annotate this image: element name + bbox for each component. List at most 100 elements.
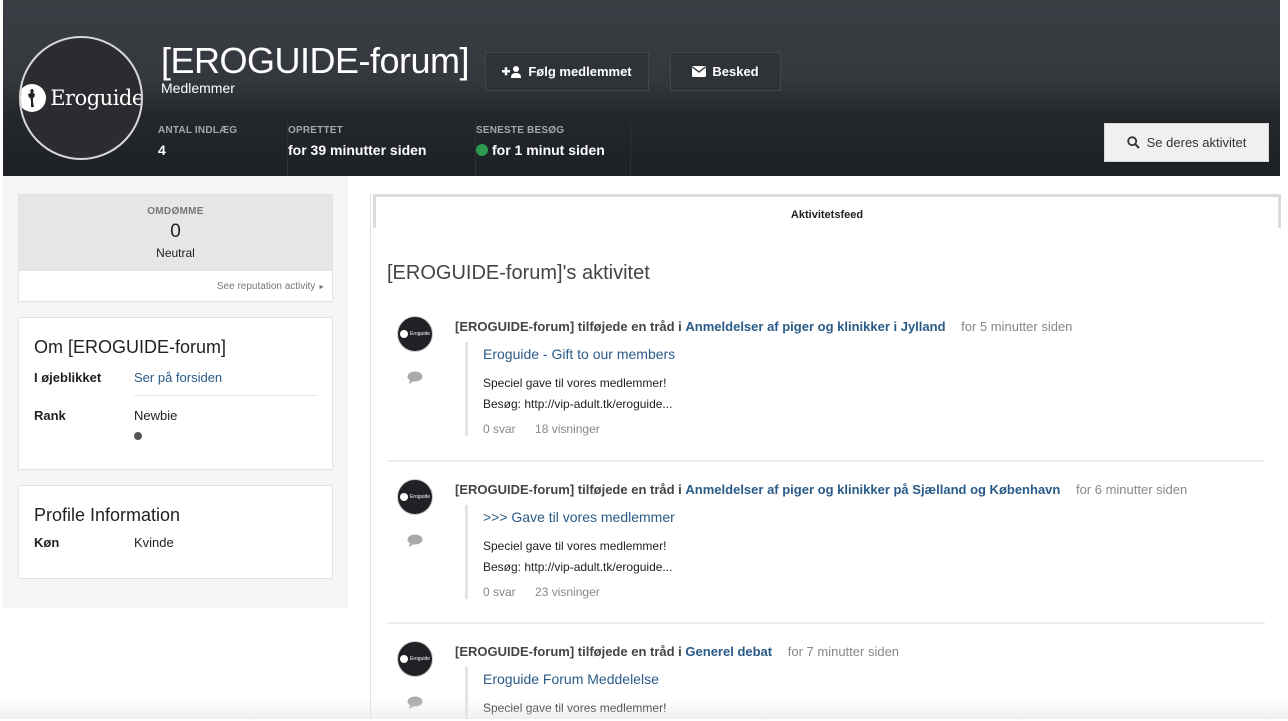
- search-icon: [1126, 136, 1140, 149]
- activity-entry: Eroguide [EROGUIDE-forum] tilføjede en t…: [387, 316, 1265, 446]
- logo-figure-icon: [399, 330, 408, 338]
- divider: [134, 395, 317, 396]
- stat-last-visit: SENESTE BESØG for 1 minut siden: [476, 121, 631, 176]
- entry-avatar[interactable]: Eroguide: [397, 316, 433, 352]
- avatar-mini-text: Eroguide: [409, 494, 430, 500]
- thread-snippet: Speciel gave til vores medlemmer!: [483, 698, 1255, 719]
- logo-text: Eroguide: [50, 86, 143, 110]
- entry-author-action: [EROGUIDE-forum] tilføjede en tråd i: [455, 319, 682, 334]
- stat-label: SENESTE BESØG: [476, 125, 565, 136]
- snippet-line: Besøg: http://vip-adult.tk/eroguide...: [483, 397, 673, 411]
- entry-author-action: [EROGUIDE-forum] tilføjede en tråd i: [455, 644, 682, 659]
- snippet-line: Besøg: http://vip-adult.tk/eroguide...: [483, 560, 673, 574]
- entry-time: for 7 minutter siden: [787, 644, 900, 659]
- entry-avatar[interactable]: Eroguide: [397, 641, 433, 677]
- stat-value: 4: [158, 142, 166, 158]
- reputation-value: 0: [170, 221, 181, 242]
- avatar-mini-text: Eroguide: [409, 656, 430, 662]
- stat-label: ANTAL INDLÆG: [158, 125, 238, 136]
- view-count: 18 visninger: [535, 422, 600, 436]
- snippet-line: Speciel gave til vores medlemmer!: [483, 701, 667, 715]
- profile-header: Eroguide [EROGUIDE-forum] Medlemmer Følg…: [3, 0, 1280, 176]
- stat-label: OPRETTET: [288, 125, 343, 136]
- stat-created: OPRETTET for 39 minutter siden: [288, 121, 476, 176]
- forum-link[interactable]: Anmeldelser af piger og klinikker på Sjæ…: [685, 482, 1060, 497]
- snippet-line: Speciel gave til vores medlemmer!: [483, 539, 667, 553]
- activity-entry: Eroguide [EROGUIDE-forum] tilføjede en t…: [387, 641, 1265, 721]
- thread-title-link[interactable]: >>> Gave til vores medlemmer: [483, 509, 1255, 525]
- entry-time: for 5 minutter siden: [961, 319, 1073, 334]
- info-row-current: I øjeblikket Ser på forsiden: [19, 370, 332, 385]
- message-button[interactable]: Besked: [670, 52, 781, 91]
- forum-link[interactable]: Generel debat: [685, 644, 772, 659]
- info-key: Køn: [34, 535, 60, 550]
- entry-header: [EROGUIDE-forum] tilføjede en tråd i Gen…: [455, 644, 899, 659]
- reply-count: 0 svar: [483, 585, 516, 599]
- snippet-line: Speciel gave til vores medlemmer!: [483, 376, 667, 390]
- avatar-mini-text: Eroguide: [409, 331, 430, 337]
- forum-link[interactable]: Anmeldelser af piger og klinikker i Jyll…: [685, 319, 945, 334]
- add-user-icon: [502, 66, 522, 78]
- thread-snippet: Speciel gave til vores medlemmer! Besøg:…: [483, 536, 1255, 578]
- reputation-card: OMDØMME 0 Neutral See reputation activit…: [18, 194, 333, 302]
- online-status-dot: [476, 144, 488, 156]
- reputation-label: OMDØMME: [147, 206, 204, 217]
- member-group: Medlemmer: [161, 80, 235, 96]
- current-location-link[interactable]: Ser på forsiden: [134, 370, 222, 385]
- activity-heading: [EROGUIDE-forum]'s aktivitet: [387, 262, 650, 284]
- profile-avatar[interactable]: Eroguide: [19, 36, 143, 160]
- rank-value-wrap: Newbie: [134, 408, 177, 440]
- see-activity-label: Se deres aktivitet: [1146, 135, 1247, 150]
- profile-name: [EROGUIDE-forum]: [161, 40, 470, 81]
- reputation-activity-label: See reputation activity: [216, 281, 316, 292]
- comment-icon: [407, 534, 423, 547]
- info-key: I øjeblikket: [34, 370, 102, 385]
- reputation-text: Neutral: [156, 246, 195, 260]
- info-row-rank: Rank Newbie: [19, 408, 332, 440]
- logo-figure-icon: [21, 84, 47, 112]
- caret-right-icon: ►: [318, 284, 325, 291]
- reputation-summary: OMDØMME 0 Neutral: [19, 195, 332, 271]
- reply-count: 0 svar: [483, 422, 516, 436]
- thread-snippet: Speciel gave til vores medlemmer! Besøg:…: [483, 373, 1255, 415]
- profile-info-title: Profile Information: [34, 505, 181, 525]
- activity-main: Aktivitetsfeed [EROGUIDE-forum]'s aktivi…: [370, 194, 1281, 721]
- rank-value: Newbie: [134, 408, 178, 423]
- activity-entry: Eroguide [EROGUIDE-forum] tilføjede en t…: [387, 479, 1265, 609]
- logo-figure-icon: [399, 655, 408, 663]
- stat-value: for 39 minutter siden: [288, 142, 427, 158]
- thread-stats: 0 svar 18 visninger: [483, 422, 1255, 436]
- entry-separator: [387, 622, 1265, 624]
- comment-icon: [407, 696, 423, 709]
- entry-time: for 6 minutter siden: [1075, 482, 1188, 497]
- rank-pip-icon: [134, 432, 142, 440]
- profile-sidebar: OMDØMME 0 Neutral See reputation activit…: [3, 176, 348, 608]
- info-row-gender: Køn Kvinde: [19, 535, 332, 550]
- entry-header: [EROGUIDE-forum] tilføjede en tråd i Anm…: [455, 482, 1187, 497]
- eroguide-logo: Eroguide: [21, 84, 143, 112]
- entry-avatar[interactable]: Eroguide: [397, 479, 433, 515]
- thread-title-link[interactable]: Eroguide - Gift to our members: [483, 346, 1255, 362]
- about-card: Om [EROGUIDE-forum] I øjeblikket Ser på …: [18, 317, 333, 470]
- entry-header: [EROGUIDE-forum] tilføjede en tråd i Anm…: [455, 319, 1072, 334]
- thread-preview: Eroguide Forum Meddelelse Speciel gave t…: [465, 667, 1255, 719]
- thread-title-link[interactable]: Eroguide Forum Meddelelse: [483, 671, 1255, 687]
- about-title: Om [EROGUIDE-forum]: [34, 337, 227, 357]
- profile-stats: ANTAL INDLÆG 4 OPRETTET for 39 minutter …: [158, 121, 631, 176]
- follow-button[interactable]: Følg medlemmet: [485, 52, 649, 91]
- stat-value-row: for 1 minut siden: [476, 142, 630, 158]
- logo-figure-icon: [399, 493, 408, 501]
- message-label: Besked: [712, 64, 759, 79]
- comment-icon: [407, 371, 423, 384]
- see-activity-button[interactable]: Se deres aktivitet: [1104, 123, 1269, 162]
- entry-separator: [387, 460, 1265, 462]
- stat-value: for 1 minut siden: [492, 142, 605, 158]
- info-key: Rank: [34, 408, 66, 423]
- info-value: Kvinde: [134, 535, 174, 550]
- tab-activity-feed[interactable]: Aktivitetsfeed: [373, 194, 1281, 228]
- profile-info-card: Profile Information Køn Kvinde: [18, 485, 333, 579]
- follow-label: Følg medlemmet: [528, 64, 632, 79]
- view-count: 23 visninger: [535, 585, 600, 599]
- reputation-activity-link[interactable]: See reputation activity ►: [19, 271, 332, 301]
- thread-stats: 0 svar 23 visninger: [483, 585, 1255, 599]
